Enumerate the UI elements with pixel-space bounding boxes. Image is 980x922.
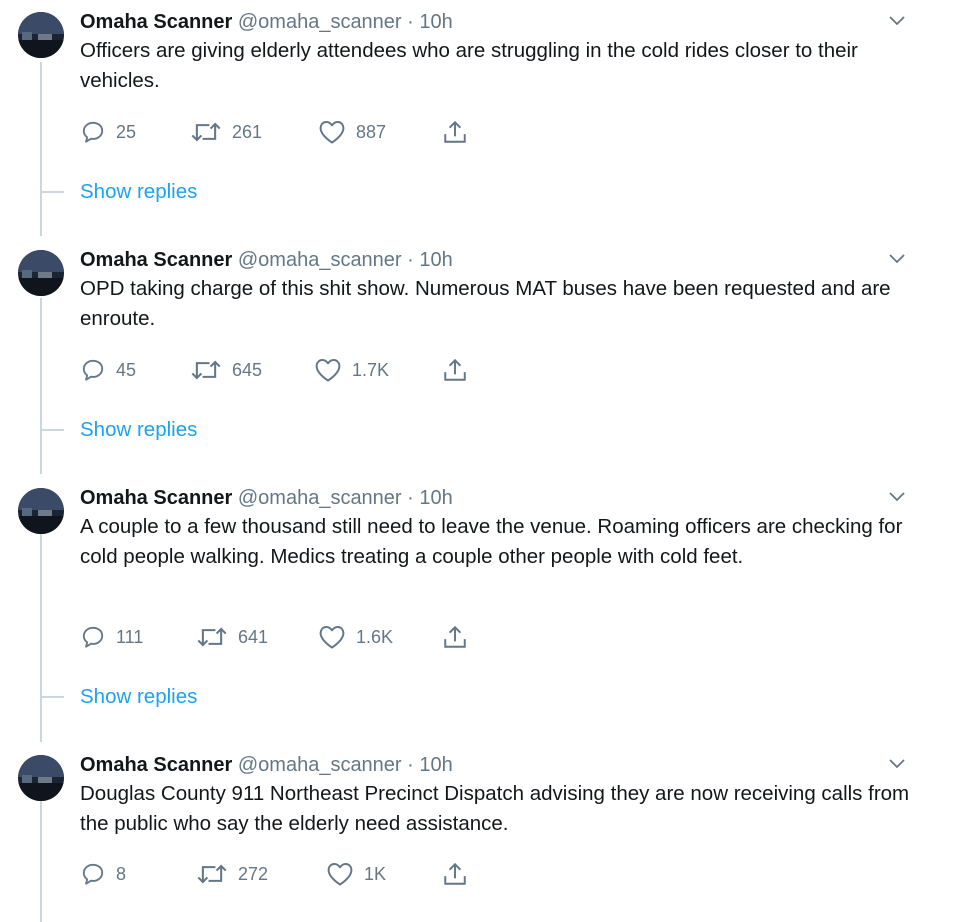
separator-dot: · [407, 487, 414, 509]
reply-button[interactable]: 8 [80, 860, 126, 888]
separator-dot: · [407, 11, 414, 33]
timestamp[interactable]: 10h [419, 487, 452, 509]
like-button[interactable]: 887 [318, 118, 386, 146]
show-replies-link[interactable]: Show replies [80, 177, 197, 207]
show-replies-row: Show replies [0, 415, 400, 445]
show-replies-row: Show replies [0, 177, 400, 207]
author-name[interactable]: Omaha Scanner [80, 11, 232, 33]
avatar[interactable] [18, 488, 64, 534]
author-handle[interactable]: @omaha_scanner [238, 249, 402, 271]
tweet[interactable]: Omaha Scanner @omaha_scanner · 10h Offic… [0, 0, 980, 170]
tweet-header: Omaha Scanner @omaha_scanner · 10h [80, 10, 453, 34]
retweet-icon [197, 864, 227, 884]
thread-connector [40, 191, 64, 193]
share-button[interactable] [442, 118, 468, 146]
tweet-header: Omaha Scanner @omaha_scanner · 10h [80, 753, 453, 777]
author-handle[interactable]: @omaha_scanner [238, 11, 402, 33]
thread-connector [40, 696, 64, 698]
author-handle[interactable]: @omaha_scanner [238, 754, 402, 776]
like-button[interactable]: 1.6K [318, 623, 393, 651]
retweet-icon [191, 360, 221, 380]
reply-button[interactable]: 25 [80, 118, 136, 146]
avatar[interactable] [18, 755, 64, 801]
chevron-down-icon[interactable] [886, 486, 908, 508]
tweet-actions: 45 645 1.7K [80, 356, 580, 384]
tweet-header: Omaha Scanner @omaha_scanner · 10h [80, 486, 453, 510]
like-icon [327, 862, 353, 886]
tweet-thread: Omaha Scanner @omaha_scanner · 10h Offic… [0, 0, 980, 922]
reply-icon [82, 359, 104, 381]
like-count: 1.7K [352, 359, 390, 380]
reply-icon [82, 121, 104, 143]
timestamp[interactable]: 10h [419, 249, 452, 271]
share-button[interactable] [442, 623, 468, 651]
thread-connector [40, 429, 64, 431]
tweet[interactable]: Omaha Scanner @omaha_scanner · 10h A cou… [0, 476, 980, 676]
chevron-down-icon[interactable] [886, 248, 908, 270]
like-count: 887 [356, 121, 387, 142]
tweet-text: A couple to a few thousand still need to… [80, 515, 903, 568]
tweet-actions: 111 641 1.6K [80, 623, 580, 651]
retweet-button[interactable]: 272 [196, 860, 268, 888]
share-icon [444, 120, 466, 143]
reply-button[interactable]: 111 [80, 623, 143, 651]
chevron-down-icon[interactable] [886, 753, 908, 775]
avatar[interactable] [18, 250, 64, 296]
show-replies-link[interactable]: Show replies [80, 415, 197, 445]
like-button[interactable]: 1K [326, 860, 386, 888]
tweet-text: Douglas County 911 Northeast Precinct Di… [80, 782, 910, 835]
reply-button[interactable]: 45 [80, 356, 136, 384]
tweet-header: Omaha Scanner @omaha_scanner · 10h [80, 248, 453, 272]
share-button[interactable] [442, 860, 468, 888]
tweet-text: Officers are giving elderly attendees wh… [80, 39, 858, 92]
like-icon [315, 358, 341, 382]
like-count: 1K [364, 863, 387, 884]
separator-dot: · [407, 249, 414, 271]
tweet-text: OPD taking charge of this shit show. Num… [80, 277, 891, 330]
tweet[interactable]: Omaha Scanner @omaha_scanner · 10h Dougl… [0, 743, 980, 913]
show-replies-row: Show replies [0, 682, 400, 712]
timestamp[interactable]: 10h [419, 11, 452, 33]
author-name[interactable]: Omaha Scanner [80, 754, 232, 776]
retweet-count: 272 [238, 863, 269, 884]
retweet-count: 261 [232, 121, 263, 142]
tweet-actions: 25 261 887 [80, 118, 580, 146]
like-count: 1.6K [356, 626, 394, 647]
author-name[interactable]: Omaha Scanner [80, 249, 232, 271]
retweet-button[interactable]: 645 [190, 356, 262, 384]
avatar[interactable] [18, 12, 64, 58]
like-icon [319, 625, 345, 649]
show-replies-link[interactable]: Show replies [80, 682, 197, 712]
share-icon [444, 358, 466, 381]
share-button[interactable] [442, 356, 468, 384]
retweet-button[interactable]: 261 [190, 118, 262, 146]
reply-count: 8 [116, 863, 127, 884]
retweet-button[interactable]: 641 [196, 623, 268, 651]
retweet-count: 645 [232, 359, 263, 380]
share-icon [444, 625, 466, 648]
chevron-down-icon[interactable] [886, 10, 908, 32]
reply-icon [82, 626, 104, 648]
retweet-icon [191, 122, 221, 142]
reply-count: 45 [116, 359, 137, 380]
reply-count: 111 [116, 626, 144, 647]
share-icon [444, 862, 466, 885]
author-name[interactable]: Omaha Scanner [80, 487, 232, 509]
author-handle[interactable]: @omaha_scanner [238, 487, 402, 509]
reply-icon [82, 863, 104, 885]
separator-dot: · [407, 754, 414, 776]
timestamp[interactable]: 10h [419, 754, 452, 776]
reply-count: 25 [116, 121, 137, 142]
tweet-actions: 8 272 1K [80, 860, 580, 888]
retweet-count: 641 [238, 626, 269, 647]
tweet[interactable]: Omaha Scanner @omaha_scanner · 10h OPD t… [0, 238, 980, 408]
retweet-icon [197, 627, 227, 647]
like-button[interactable]: 1.7K [314, 356, 389, 384]
like-icon [319, 120, 345, 144]
